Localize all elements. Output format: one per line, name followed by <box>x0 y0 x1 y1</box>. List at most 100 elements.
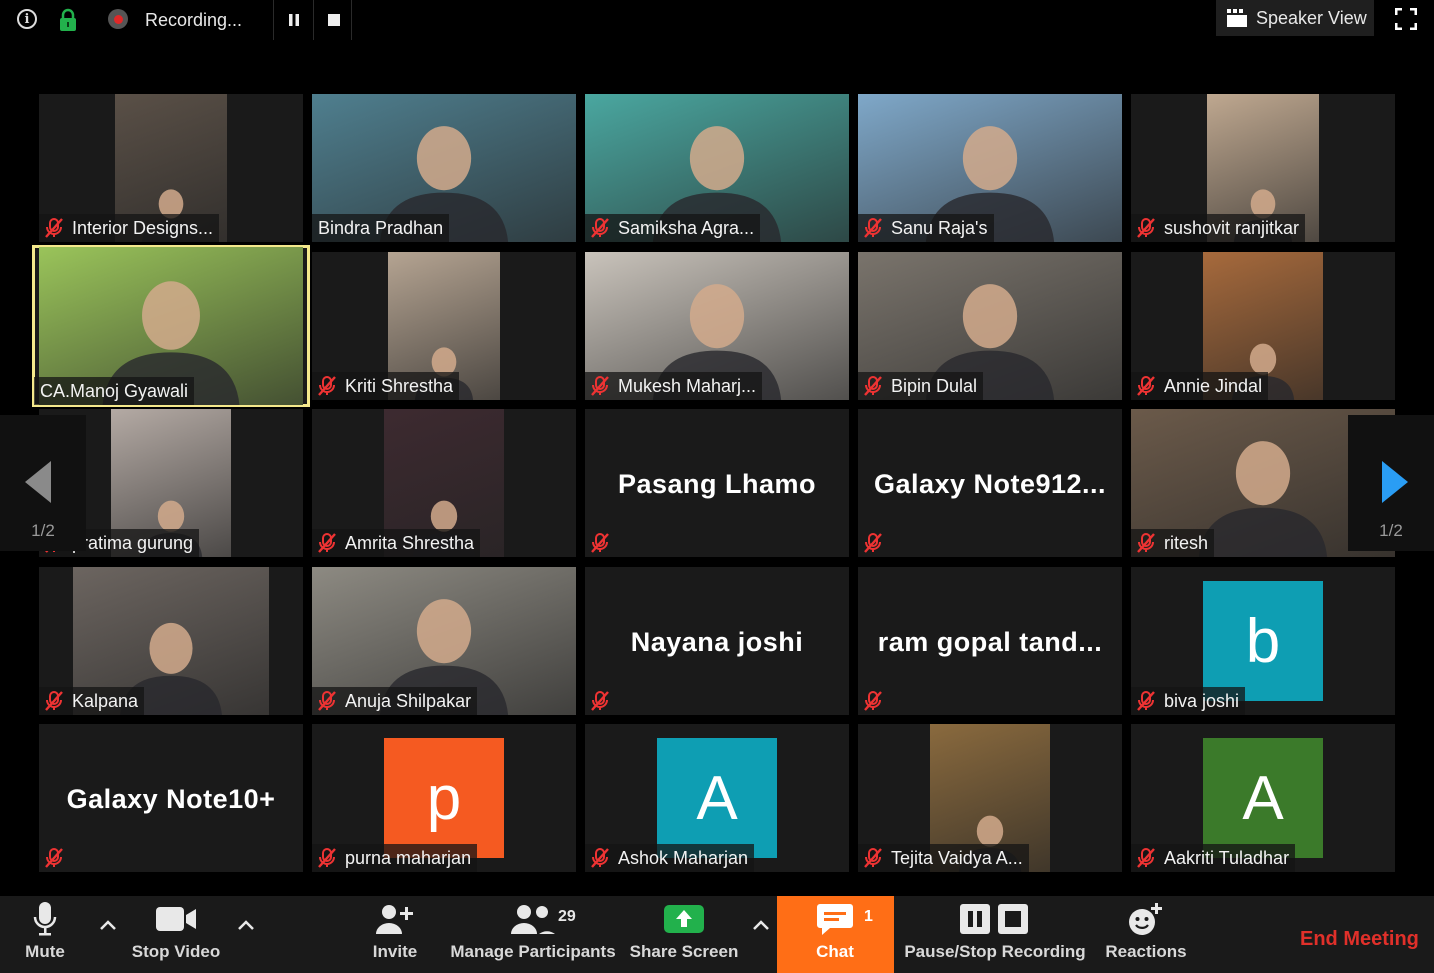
participant-tile[interactable]: Galaxy Note912... <box>858 409 1122 557</box>
participant-tile[interactable]: Kriti Shrestha <box>312 252 576 400</box>
reactions-button[interactable]: Reactions <box>1104 896 1188 973</box>
participant-name-bar: CA.Manoj Gyawali <box>34 377 195 405</box>
share-screen-button[interactable]: Share Screen <box>630 896 738 973</box>
chat-button[interactable]: Chat <box>800 896 870 973</box>
muted-mic-icon <box>43 847 65 869</box>
participant-name-bar: Annie Jindal <box>1131 372 1269 400</box>
participant-name-bar <box>585 529 624 557</box>
participant-name-bar: ritesh <box>1131 529 1215 557</box>
participant-tile[interactable]: Annie Jindal <box>1131 252 1395 400</box>
pause-recording-button[interactable] <box>280 6 308 34</box>
muted-mic-icon <box>316 375 338 397</box>
participant-name: sushovit ranjitkar <box>1164 217 1300 238</box>
muted-mic-icon <box>589 217 611 239</box>
recording-label: Recording... <box>145 10 243 30</box>
participant-tile[interactable]: ram gopal tand... <box>858 567 1122 715</box>
participant-tile[interactable]: Anuja Shilpakar <box>312 567 576 715</box>
speaker-view-icon <box>1227 9 1247 27</box>
participant-tile[interactable]: Sanu Raja's <box>858 94 1122 242</box>
participant-name-bar: Amrita Shrestha <box>312 529 481 557</box>
participant-tile[interactable]: A Ashok Maharjan <box>585 724 849 872</box>
smiley-add-icon <box>1129 903 1162 935</box>
participant-name: Sanu Raja's <box>891 217 988 238</box>
add-person-icon <box>376 905 413 934</box>
speaker-view-button[interactable]: Speaker View <box>1216 0 1374 36</box>
arrow-right-icon <box>1382 461 1408 503</box>
participant-tile[interactable]: Samiksha Agra... <box>585 94 849 242</box>
fullscreen-icon[interactable] <box>1393 6 1419 32</box>
muted-mic-icon <box>589 847 611 869</box>
arrow-left-icon <box>25 461 51 503</box>
participant-name-bar: Tejita Vaidya A... <box>858 844 1029 872</box>
participant-name-bar: Bipin Dulal <box>858 372 984 400</box>
muted-mic-icon <box>1135 690 1157 712</box>
meeting-controls-bar: Mute Stop Video Invite Manage Participan… <box>0 896 1434 973</box>
participant-name: Kalpana <box>72 690 139 711</box>
participant-name: Mukesh Maharj... <box>618 375 757 396</box>
participant-tile[interactable]: Amrita Shrestha <box>312 409 576 557</box>
muted-mic-icon <box>589 532 611 554</box>
participant-tile[interactable]: Mukesh Maharj... <box>585 252 849 400</box>
pause-stop-recording-label: Pause/Stop Recording <box>904 942 1086 961</box>
info-icon[interactable]: i <box>17 9 37 29</box>
mute-label: Mute <box>25 942 65 961</box>
participant-avatar: A <box>1203 738 1323 858</box>
participant-tile[interactable]: Pasang Lhamo <box>585 409 849 557</box>
participant-name-bar <box>858 529 897 557</box>
participant-display-name: Nayana joshi <box>630 627 804 657</box>
muted-mic-icon <box>316 847 338 869</box>
participant-display-name: Galaxy Note912... <box>873 469 1107 499</box>
muted-mic-icon <box>862 847 884 869</box>
participant-tile[interactable]: Nayana joshi <box>585 567 849 715</box>
stop-video-label: Stop Video <box>131 942 221 961</box>
participant-name: Bipin Dulal <box>891 375 978 396</box>
invite-label: Invite <box>372 942 418 961</box>
participant-name: Samiksha Agra... <box>618 217 755 238</box>
participant-tile[interactable]: CA.Manoj Gyawali <box>32 245 310 407</box>
page-indicator-left: 1/2 <box>31 521 55 540</box>
participant-name-bar: Mukesh Maharj... <box>585 372 763 400</box>
muted-mic-icon <box>862 690 884 712</box>
participant-name: purna maharjan <box>345 847 472 868</box>
reactions-label: Reactions <box>1105 942 1187 961</box>
participant-count: 29 <box>558 908 576 925</box>
participant-name: Tejita Vaidya A... <box>891 847 1023 868</box>
muted-mic-icon <box>862 532 884 554</box>
participant-name-bar: Anuja Shilpakar <box>312 687 478 715</box>
participant-tile[interactable]: Interior Designs... <box>39 94 303 242</box>
participant-name-bar: Bindra Pradhan <box>312 214 450 242</box>
encryption-lock-icon[interactable] <box>58 8 78 32</box>
page-indicator-right: 1/2 <box>1379 521 1403 540</box>
manage-participants-button[interactable]: Manage Participants <box>448 896 618 973</box>
audio-options-caret-icon[interactable] <box>99 916 117 934</box>
speaker-view-label: Speaker View <box>1256 7 1367 28</box>
participant-name: Ashok Maharjan <box>618 847 749 868</box>
previous-page-button[interactable]: 1/2 <box>0 415 86 551</box>
participant-avatar: p <box>384 738 504 858</box>
participant-tile[interactable]: Kalpana <box>39 567 303 715</box>
mute-button[interactable]: Mute <box>18 896 72 973</box>
participant-tile[interactable]: Tejita Vaidya A... <box>858 724 1122 872</box>
participant-name-bar: Sanu Raja's <box>858 214 994 242</box>
invite-button[interactable]: Invite <box>365 896 425 973</box>
participant-tile[interactable]: Bindra Pradhan <box>312 94 576 242</box>
muted-mic-icon <box>43 217 65 239</box>
pause-stop-recording-button[interactable]: Pause/Stop Recording <box>904 896 1086 973</box>
participant-tile[interactable]: A Aakriti Tuladhar <box>1131 724 1395 872</box>
stop-video-button[interactable]: Stop Video <box>128 896 224 973</box>
participant-tile[interactable]: Galaxy Note10+ <box>39 724 303 872</box>
participant-tile[interactable]: p purna maharjan <box>312 724 576 872</box>
participant-name-bar <box>585 687 624 715</box>
next-page-button[interactable]: 1/2 <box>1348 415 1434 551</box>
participant-tile[interactable]: Bipin Dulal <box>858 252 1122 400</box>
chat-unread-badge: 1 <box>864 908 873 925</box>
share-screen-label: Share Screen <box>629 942 739 961</box>
participant-tile[interactable]: sushovit ranjitkar <box>1131 94 1395 242</box>
video-options-caret-icon[interactable] <box>237 916 255 934</box>
participant-tile[interactable]: b biva joshi <box>1131 567 1395 715</box>
stop-recording-button[interactable] <box>320 6 348 34</box>
pause-stop-icon <box>960 904 1028 934</box>
end-meeting-button[interactable]: End Meeting <box>1300 928 1419 951</box>
share-options-caret-icon[interactable] <box>752 916 770 934</box>
participant-name: CA.Manoj Gyawali <box>40 380 189 401</box>
